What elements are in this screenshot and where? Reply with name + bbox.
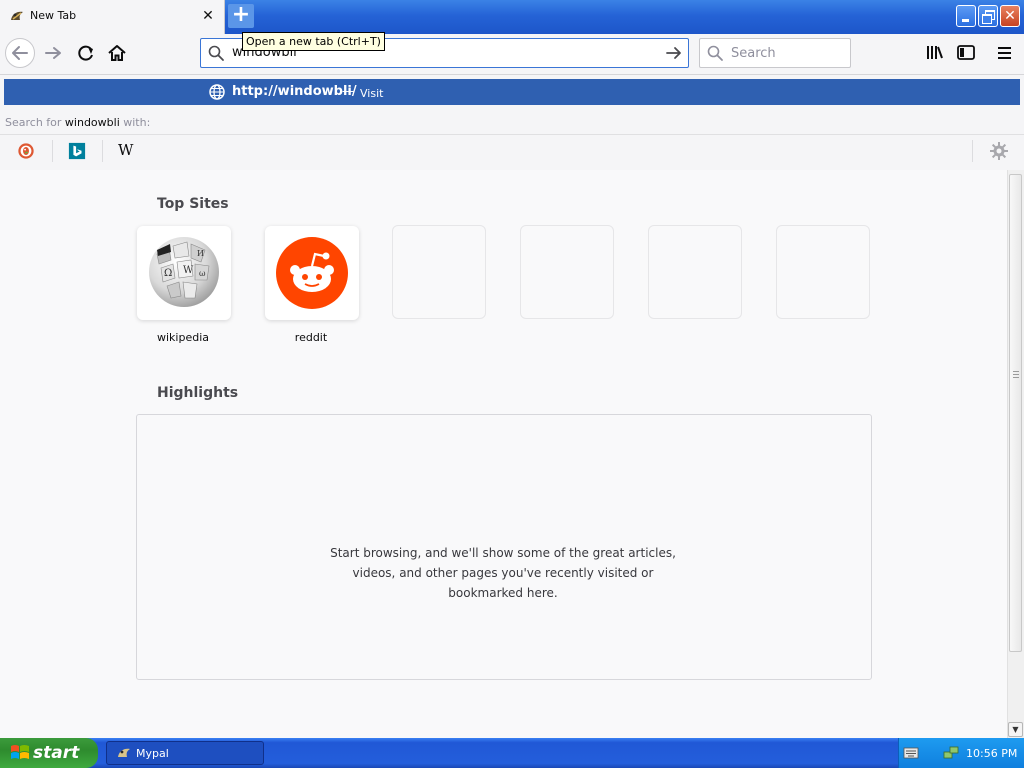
mypal-tab-icon bbox=[11, 11, 23, 20]
engine-separator bbox=[972, 140, 973, 162]
svg-text:W: W bbox=[183, 265, 194, 276]
keyboard-icon[interactable] bbox=[903, 746, 919, 760]
back-arrow-icon bbox=[12, 46, 28, 60]
svg-text:ω: ω bbox=[199, 269, 206, 278]
back-button[interactable] bbox=[5, 38, 35, 68]
new-tab-tooltip: Open a new tab (Ctrl+T) bbox=[242, 32, 385, 51]
search-settings-gear-icon[interactable] bbox=[989, 141, 1009, 161]
go-arrow-icon[interactable] bbox=[664, 44, 684, 62]
one-off-search-engines bbox=[0, 134, 1024, 169]
duckduckgo-icon[interactable] bbox=[16, 142, 36, 160]
sidebar-icon[interactable] bbox=[955, 43, 977, 63]
top-site-tile-reddit[interactable] bbox=[265, 226, 359, 320]
search-for-prefix: Search for bbox=[5, 116, 65, 129]
top-site-label-wikipedia[interactable]: wikipedia bbox=[136, 331, 230, 344]
wikipedia-icon[interactable]: W bbox=[118, 141, 138, 159]
scroll-down-arrow-icon[interactable]: ▼ bbox=[1008, 722, 1023, 737]
globe-icon bbox=[209, 84, 225, 100]
window-close-button[interactable]: ✕ bbox=[1000, 5, 1020, 27]
top-site-placeholder bbox=[392, 225, 486, 319]
search-for-label: Search for windowbli with: bbox=[5, 116, 150, 129]
taskbar-item-label: Mypal bbox=[136, 747, 169, 760]
reload-button[interactable] bbox=[73, 40, 99, 66]
highlights-heading: Highlights bbox=[157, 385, 239, 401]
autocomplete-url: http://windowbli/ bbox=[232, 84, 357, 99]
forward-button[interactable] bbox=[40, 40, 66, 66]
highlights-empty-message: Start browsing, and we'll show some of t… bbox=[330, 546, 676, 600]
menu-hamburger-icon[interactable] bbox=[994, 43, 1016, 63]
library-icon[interactable] bbox=[924, 43, 946, 63]
bing-icon[interactable] bbox=[67, 142, 87, 160]
top-site-tile-wikipedia[interactable]: Ω W И ω bbox=[137, 226, 231, 320]
windows-logo-icon bbox=[11, 745, 29, 759]
top-site-placeholder bbox=[648, 225, 742, 319]
top-sites-heading: Top Sites bbox=[157, 196, 229, 212]
svg-text:Ω: Ω bbox=[164, 268, 172, 279]
top-site-placeholder bbox=[776, 225, 870, 319]
searchbar-search-icon bbox=[707, 45, 723, 61]
autocomplete-action: Visit bbox=[360, 87, 384, 100]
window-restore-button[interactable] bbox=[978, 5, 998, 27]
top-site-label-reddit[interactable]: reddit bbox=[264, 331, 358, 344]
tab-close-icon[interactable]: ✕ bbox=[199, 6, 217, 26]
mypal-taskbar-icon bbox=[118, 748, 130, 757]
window-minimize-button[interactable] bbox=[956, 5, 976, 27]
search-placeholder: Search bbox=[731, 46, 776, 61]
top-site-placeholder bbox=[520, 225, 614, 319]
start-label: start bbox=[33, 743, 80, 763]
new-tab-button[interactable]: + bbox=[228, 4, 254, 28]
network-icon[interactable] bbox=[942, 745, 960, 761]
tab-title: New Tab bbox=[30, 9, 77, 22]
taskbar-clock: 10:56 PM bbox=[966, 747, 1018, 760]
autocomplete-visit-row[interactable] bbox=[4, 79, 1020, 105]
autocomplete-separator: — bbox=[342, 84, 355, 99]
urlbar-search-icon bbox=[208, 45, 224, 61]
reddit-icon bbox=[276, 237, 348, 309]
svg-text:И: И bbox=[197, 249, 204, 258]
wikipedia-globe-icon: Ω W И ω bbox=[149, 237, 219, 307]
engine-separator bbox=[102, 140, 103, 162]
scrollbar-thumb[interactable] bbox=[1009, 174, 1022, 652]
home-button[interactable] bbox=[104, 40, 130, 66]
search-term: windowbli bbox=[64, 116, 120, 129]
engine-separator bbox=[52, 140, 53, 162]
search-for-suffix: with: bbox=[119, 116, 151, 129]
